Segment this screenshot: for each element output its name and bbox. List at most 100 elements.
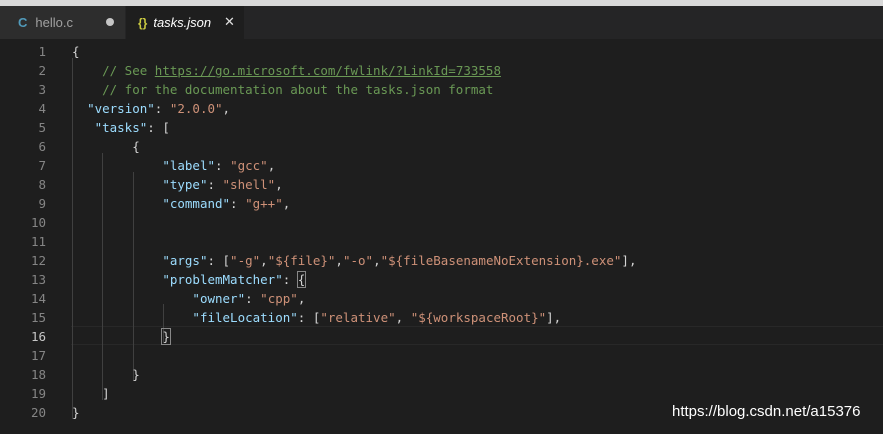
code-token: , <box>373 253 381 268</box>
code-token: , <box>297 291 306 306</box>
code-text: "version": "2.0.0", <box>72 99 230 118</box>
bracket-match: } <box>161 328 171 345</box>
code-line[interactable]: 13 "problemMatcher": { <box>0 270 883 289</box>
code-token: : [ <box>147 120 170 135</box>
code-token: { <box>72 44 80 59</box>
code-line[interactable]: 4 "version": "2.0.0", <box>0 99 883 118</box>
line-number: 18 <box>30 367 46 382</box>
vscode-window: C hello.c {} tasks.json ✕ 1{2 // See htt… <box>0 0 883 434</box>
unsaved-dot-icon[interactable] <box>106 18 114 26</box>
code-token: "${workspaceRoot}" <box>410 310 547 325</box>
line-number: 4 <box>38 101 46 116</box>
line-number: 10 <box>30 215 46 230</box>
code-token: , <box>335 253 343 268</box>
code-line[interactable]: 12 "args": ["-g","${file}","-o","${fileB… <box>0 251 883 270</box>
code-token: ] <box>72 386 110 401</box>
tab-hello-c[interactable]: C hello.c <box>0 6 126 39</box>
code-token: "shell" <box>222 177 276 192</box>
code-line[interactable]: 10 <box>0 213 883 232</box>
code-line[interactable]: 15 "fileLocation": ["relative", "${works… <box>0 308 883 327</box>
code-token: , <box>282 196 291 211</box>
line-number: 7 <box>38 158 46 173</box>
code-token: , <box>275 177 283 192</box>
code-line[interactable]: 11 <box>0 232 883 251</box>
line-number: 1 <box>38 44 46 59</box>
code-token: "problemMatcher" <box>162 272 283 287</box>
line-number: 5 <box>38 120 46 135</box>
code-token: "cpp" <box>260 291 298 306</box>
code-text: } <box>72 365 140 384</box>
watermark: https://blog.csdn.net/a15376 <box>672 403 861 420</box>
code-text: "tasks": [ <box>72 118 170 137</box>
code-text: // See https://go.microsoft.com/fwlink/?… <box>72 61 501 80</box>
json-file-icon: {} <box>138 15 148 30</box>
code-token: "2.0.0" <box>169 101 223 116</box>
line-number: 19 <box>30 386 46 401</box>
close-icon[interactable]: ✕ <box>224 14 235 30</box>
code-token: , <box>222 101 231 116</box>
code-line[interactable]: 3 // for the documentation about the tas… <box>0 80 883 99</box>
code-token: "version" <box>87 101 155 116</box>
code-line[interactable]: 8 "type": "shell", <box>0 175 883 194</box>
code-token: ], <box>621 253 637 268</box>
line-number: 3 <box>38 82 46 97</box>
code-token: , <box>395 310 411 325</box>
code-token: , <box>260 253 268 268</box>
code-token: "-o" <box>342 253 374 268</box>
code-line[interactable]: 9 "command": "g++", <box>0 194 883 213</box>
line-number: 6 <box>38 139 46 154</box>
code-token: { <box>72 139 140 154</box>
code-token: : <box>215 158 231 173</box>
code-text: "args": ["-g","${file}","-o","${fileBase… <box>72 251 636 270</box>
code-line[interactable]: 5 "tasks": [ <box>0 118 883 137</box>
code-token: "relative" <box>320 310 396 325</box>
code-line[interactable]: 19 ] <box>0 384 883 403</box>
bracket-match: { <box>296 271 307 288</box>
code-text: "label": "gcc", <box>72 156 275 175</box>
code-token: : <box>245 291 261 306</box>
code-line[interactable]: 18 } <box>0 365 883 384</box>
code-token: "owner" <box>192 291 246 306</box>
code-line[interactable]: 17 <box>0 346 883 365</box>
line-number: 14 <box>30 291 46 306</box>
code-token: // See <box>72 63 155 78</box>
line-number: 12 <box>30 253 46 268</box>
code-token: "gcc" <box>230 158 268 173</box>
code-text: "fileLocation": ["relative", "${workspac… <box>72 308 561 327</box>
code-line[interactable]: 14 "owner": "cpp", <box>0 289 883 308</box>
line-number: 13 <box>30 272 46 287</box>
code-token: "type" <box>162 177 208 192</box>
code-token: : <box>282 272 298 287</box>
line-number: 17 <box>30 348 46 363</box>
tab-bar: C hello.c {} tasks.json ✕ <box>0 6 883 39</box>
code-line[interactable]: 1{ <box>0 42 883 61</box>
code-text: "command": "g++", <box>72 194 290 213</box>
code-token: "args" <box>162 253 208 268</box>
tab-tasks-json[interactable]: {} tasks.json ✕ <box>126 6 244 39</box>
code-token: ], <box>546 310 562 325</box>
code-line[interactable]: 7 "label": "gcc", <box>0 156 883 175</box>
line-number: 16 <box>30 329 46 344</box>
code-token: : <box>154 101 170 116</box>
code-line[interactable]: 2 // See https://go.microsoft.com/fwlink… <box>0 61 883 80</box>
tab-label: hello.c <box>35 15 73 30</box>
code-token: "${file}" <box>267 253 336 268</box>
code-text: { <box>72 137 140 156</box>
code-text: ] <box>72 384 110 403</box>
code-token: "fileLocation" <box>192 310 298 325</box>
code-line[interactable]: 16 } <box>0 327 883 346</box>
code-editor[interactable]: 1{2 // See https://go.microsoft.com/fwli… <box>0 39 883 434</box>
code-text: "owner": "cpp", <box>72 289 305 308</box>
code-token: , <box>267 158 276 173</box>
code-token: } <box>72 405 80 420</box>
code-line[interactable]: 6 { <box>0 137 883 156</box>
code-token: // for the documentation about the tasks… <box>72 82 494 97</box>
